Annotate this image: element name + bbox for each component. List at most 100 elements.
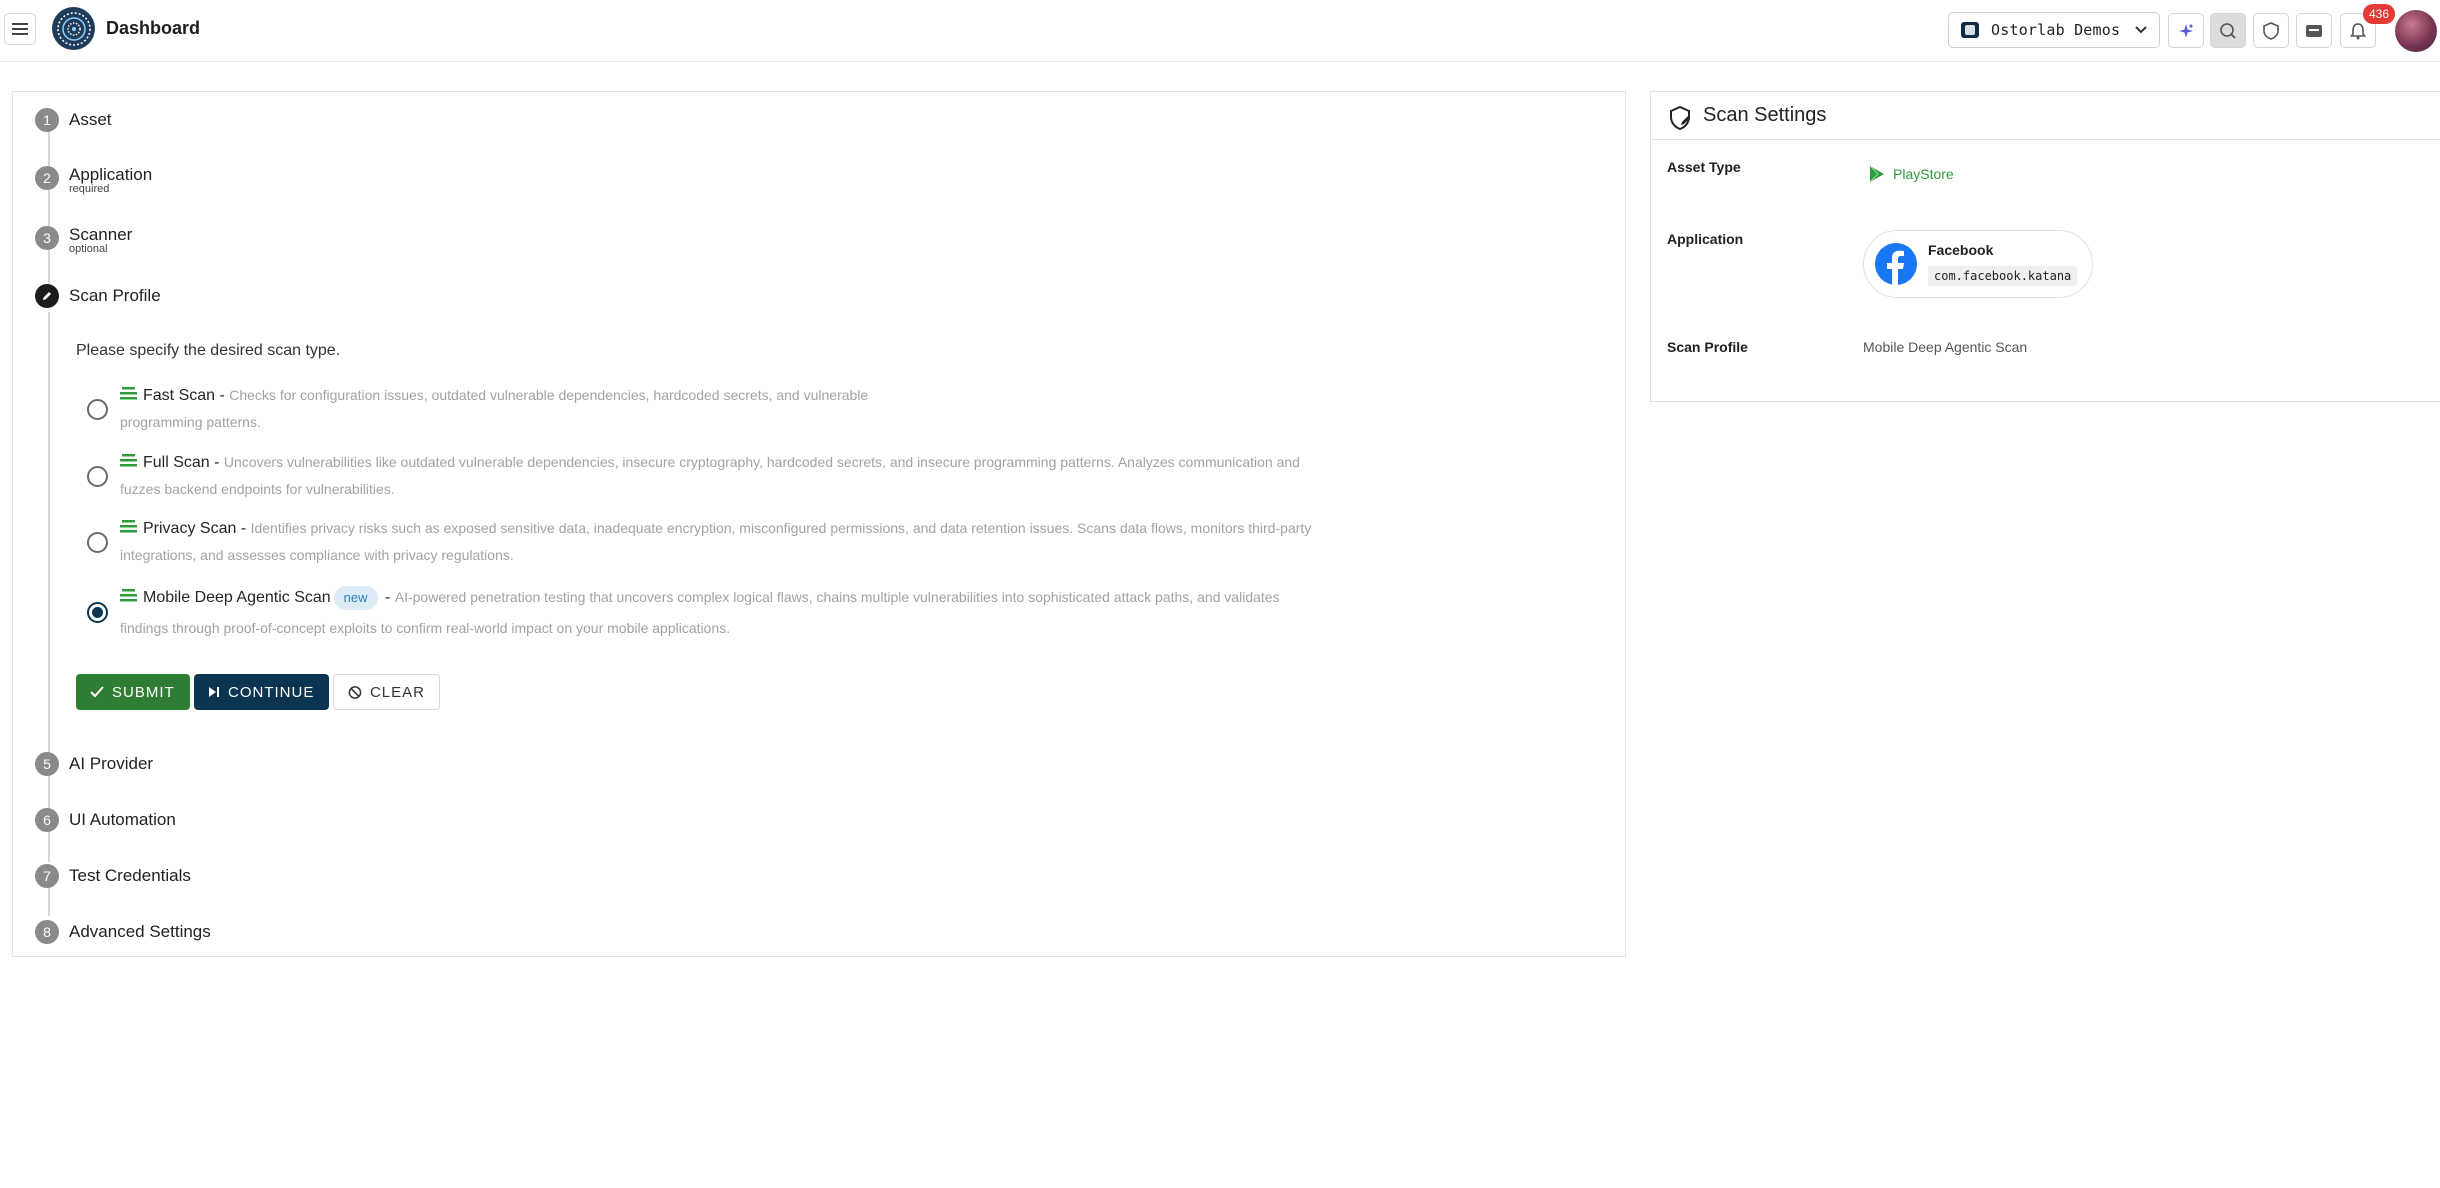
facebook-icon: [1875, 243, 1917, 285]
step-title: Application: [69, 165, 153, 184]
continue-button[interactable]: CONTINUE: [194, 674, 329, 710]
option-separator: -: [380, 589, 395, 606]
step-test-credentials[interactable]: 7 Test Credentials: [35, 864, 191, 888]
user-avatar[interactable]: [2395, 10, 2437, 52]
step-ui-automation[interactable]: 6 UI Automation: [35, 808, 176, 832]
check-icon: [90, 686, 104, 698]
top-bar: Dashboard Ostorlab Demos 436: [0, 0, 2440, 62]
chevron-down-icon: [2135, 26, 2147, 34]
radio-full-scan[interactable]: [87, 466, 108, 487]
step-ai-provider[interactable]: 5 AI Provider: [35, 752, 153, 776]
option-description: Identifies privacy risks such as exposed…: [250, 520, 1312, 536]
clear-button[interactable]: CLEAR: [333, 674, 440, 710]
ai-assistant-button[interactable]: [2168, 13, 2204, 48]
ostorlab-logo[interactable]: [52, 7, 95, 50]
step-scan-profile[interactable]: Scan Profile: [35, 284, 161, 308]
option-description-cont: fuzzes backend endpoints for vulnerabili…: [120, 481, 395, 497]
step-asset[interactable]: 1 Asset: [35, 108, 112, 132]
layers-icon: [120, 454, 137, 467]
logo-icon: [56, 11, 91, 46]
pencil-icon: [43, 292, 51, 300]
step-number: 1: [35, 108, 59, 132]
page-title: Dashboard: [106, 18, 201, 38]
stepper-connector: [48, 130, 50, 290]
scan-profile-label: Scan Profile: [1667, 339, 1748, 355]
application-label: Application: [1667, 231, 1744, 247]
layers-icon: [120, 520, 137, 533]
scan-type-prompt: Please specify the desired scan type.: [76, 342, 341, 359]
radio-fast-scan[interactable]: [87, 399, 108, 420]
skip-next-icon: [209, 687, 219, 697]
step-number: 2: [35, 166, 59, 190]
scan-icon: [2220, 22, 2236, 39]
application-name: Facebook: [1928, 242, 1994, 258]
option-separator: -: [215, 387, 230, 404]
continue-label: CONTINUE: [228, 683, 315, 701]
option-description-cont: integrations, and assesses compliance wi…: [120, 547, 514, 563]
radio-privacy-scan[interactable]: [87, 532, 108, 553]
option-description-cont: programming patterns.: [120, 414, 261, 430]
scan-settings-title: Scan Settings: [1703, 104, 1827, 126]
step-edit-indicator: [35, 284, 59, 308]
step-subtitle: optional: [69, 243, 108, 255]
step-title: Scan Profile: [69, 286, 161, 305]
step-number: 5: [35, 752, 59, 776]
option-description-cont: findings through proof-of-concept exploi…: [120, 620, 731, 636]
scan-settings-panel: Scan Settings Asset Type PlayStore Appli…: [1650, 91, 2440, 402]
step-title: Test Credentials: [69, 866, 191, 885]
ticket-icon: [2306, 24, 2322, 37]
submit-label: SUBMIT: [112, 683, 175, 701]
scan-profile-value: Mobile Deep Agentic Scan: [1863, 339, 2028, 355]
option-description: Checks for configuration issues, outdate…: [229, 387, 869, 403]
option-title: Full Scan: [143, 454, 210, 471]
step-number: 8: [35, 920, 59, 944]
option-title: Privacy Scan: [143, 520, 237, 537]
option-title: Mobile Deep Agentic Scan: [143, 589, 331, 606]
shield-edit-icon: [1670, 105, 1690, 131]
submit-button[interactable]: SUBMIT: [76, 674, 190, 710]
step-title: AI Provider: [69, 754, 154, 773]
organization-label: Ostorlab Demos: [1991, 21, 2121, 39]
layers-icon: [120, 589, 137, 602]
step-scanner[interactable]: 3 Scanner optional: [35, 226, 132, 255]
playstore-icon: [1869, 165, 1884, 183]
asset-type-label: Asset Type: [1667, 159, 1741, 175]
step-advanced-settings[interactable]: 8 Advanced Settings: [35, 920, 211, 944]
notification-badge: 436: [2363, 4, 2395, 24]
option-description: AI-powered penetration testing that unco…: [394, 589, 1280, 605]
step-subtitle: required: [69, 183, 110, 195]
step-number: 7: [35, 864, 59, 888]
scan-settings-header: Scan Settings: [1651, 92, 2440, 140]
block-icon: [348, 685, 362, 699]
organization-select[interactable]: Ostorlab Demos: [1948, 12, 2160, 48]
step-title: Asset: [69, 110, 112, 129]
organization-icon: [1961, 22, 1979, 38]
shield-icon: [2263, 21, 2279, 40]
sparkle-icon: [2179, 23, 2193, 38]
menu-icon: [12, 23, 28, 35]
clear-label: CLEAR: [369, 683, 425, 701]
step-title: Scanner: [69, 225, 133, 244]
step-title: UI Automation: [69, 810, 176, 829]
option-title: Fast Scan: [143, 387, 216, 404]
step-application[interactable]: 2 Application required: [35, 166, 152, 195]
new-badge: new: [333, 586, 378, 610]
option-separator: -: [209, 454, 224, 471]
security-button[interactable]: [2253, 13, 2289, 48]
stepper-connector: [48, 312, 50, 862]
step-number: 3: [35, 226, 59, 250]
option-description: Uncovers vulnerabilities like outdated v…: [223, 454, 1300, 470]
new-scan-stepper: 1 Asset 2 Application required 3 Scanner o…: [12, 91, 1626, 957]
menu-button[interactable]: [4, 13, 36, 45]
layers-icon: [120, 387, 137, 400]
option-separator: -: [236, 520, 251, 537]
radio-mobile-deep-agentic-scan[interactable]: [87, 602, 108, 623]
scans-button[interactable]: [2210, 13, 2246, 48]
asset-type-text: PlayStore: [1893, 166, 1954, 182]
application-package: com.facebook.katana: [1928, 266, 2078, 286]
step-number: 6: [35, 808, 59, 832]
step-title: Advanced Settings: [69, 922, 211, 941]
tickets-button[interactable]: [2296, 13, 2332, 48]
application-card: Facebook com.facebook.katana: [1863, 230, 2093, 298]
bell-icon: [2350, 22, 2366, 39]
